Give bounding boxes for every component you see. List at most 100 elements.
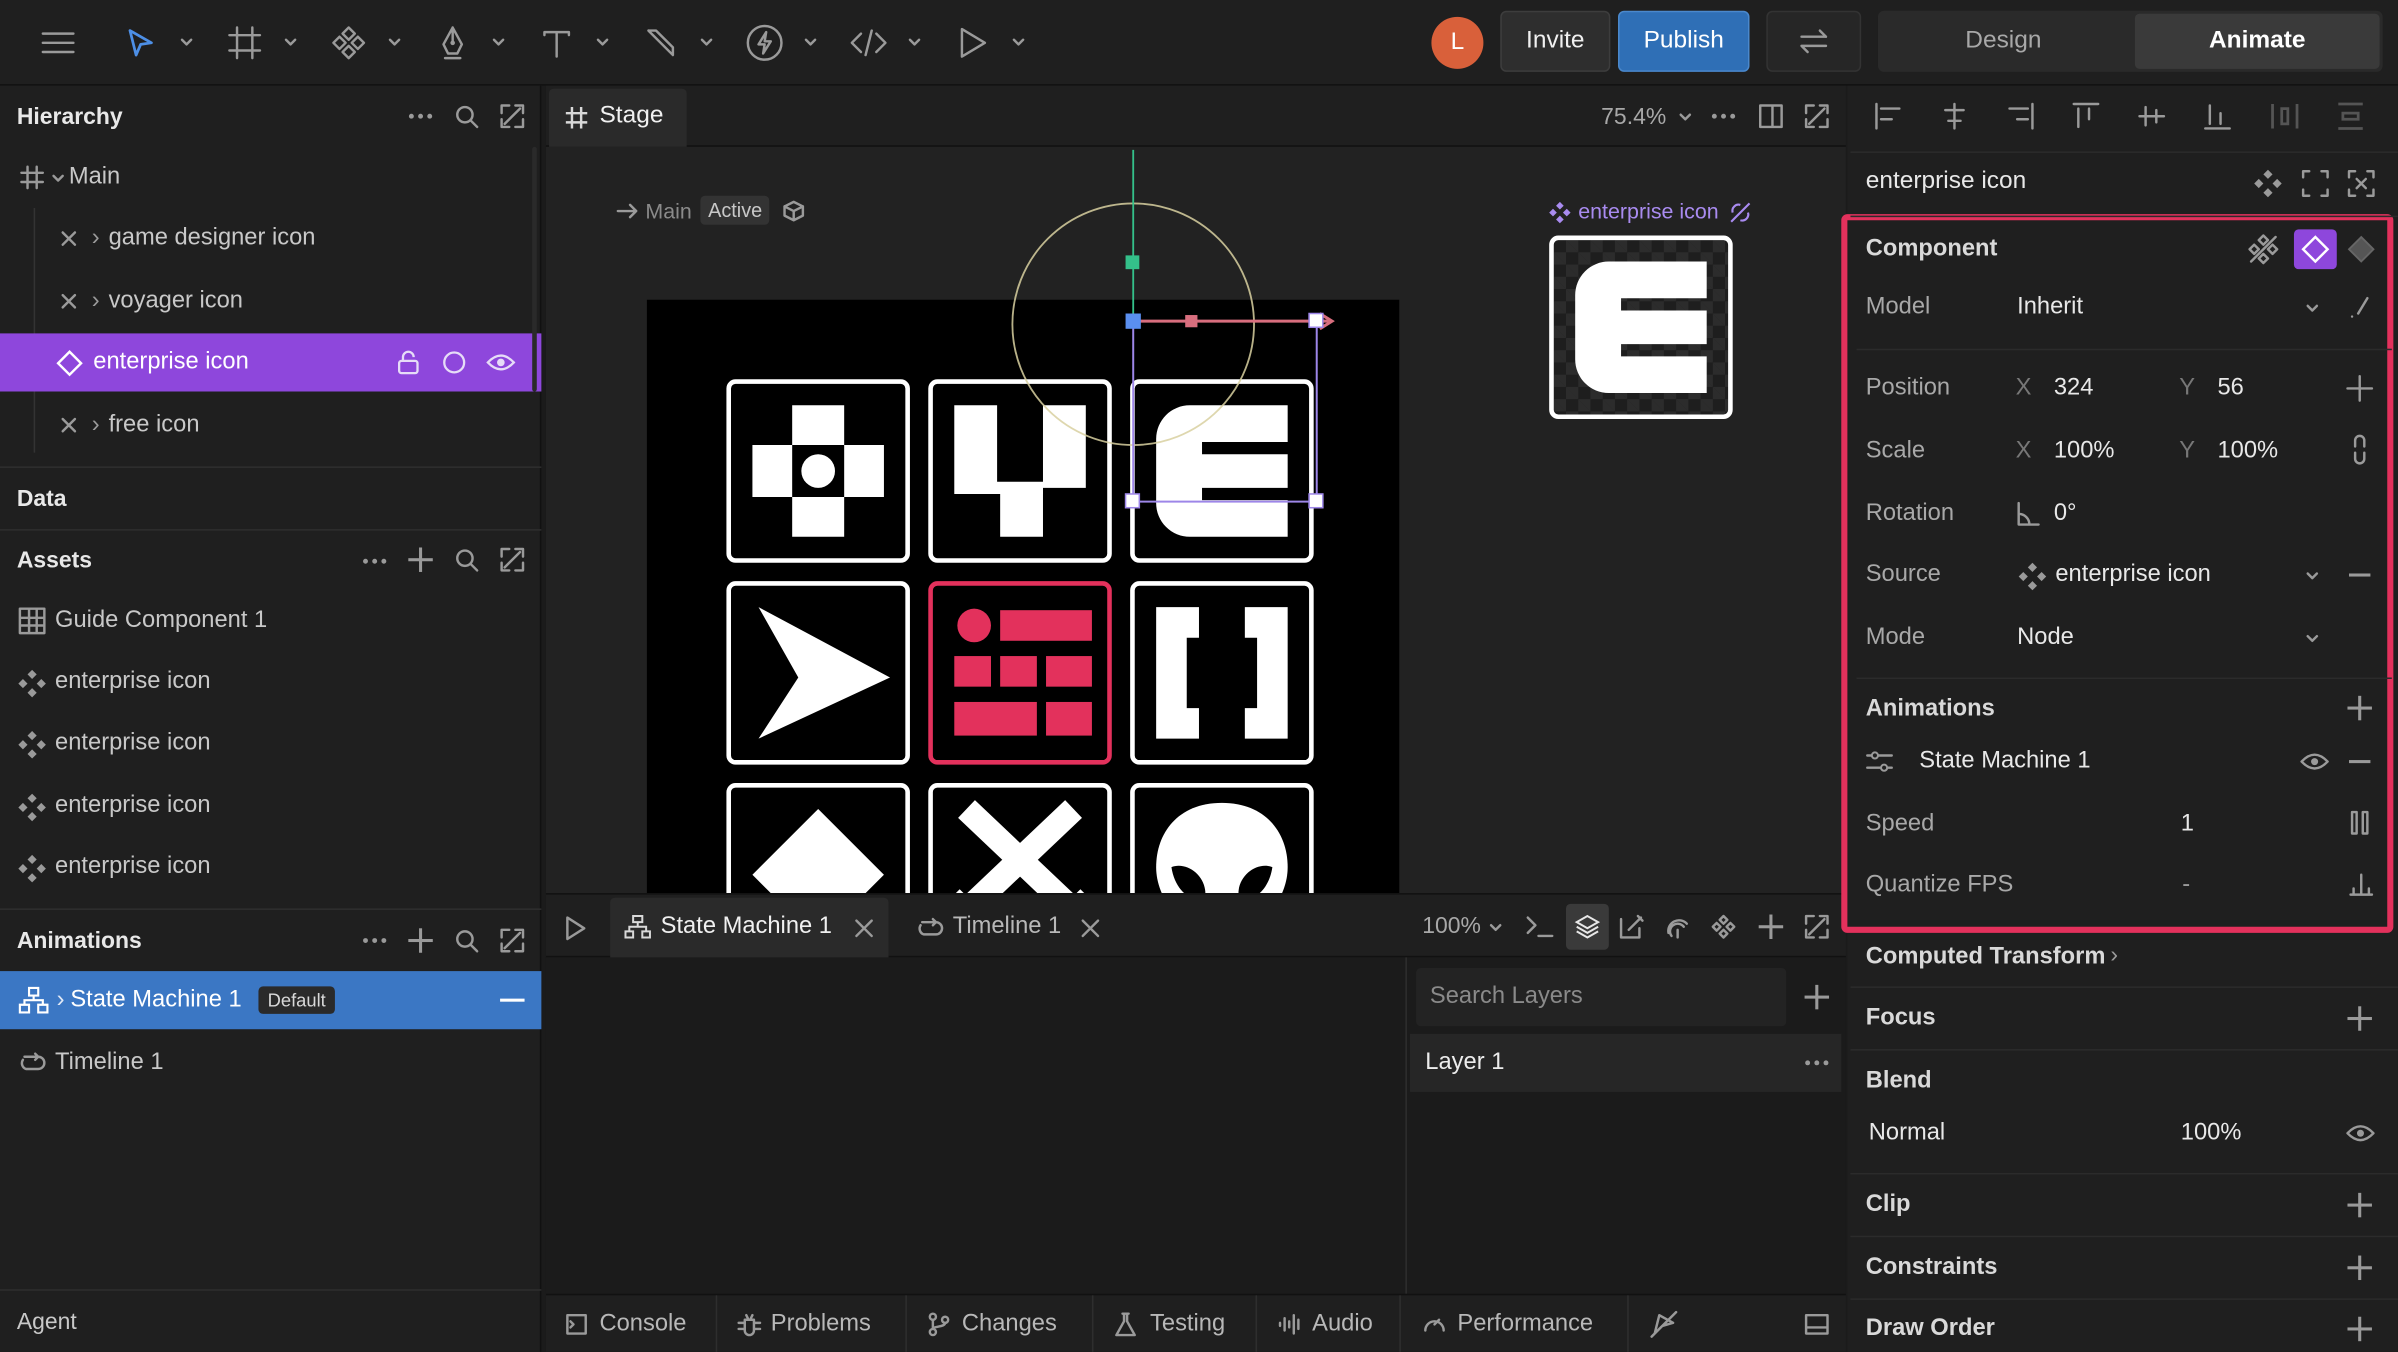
asset-item[interactable]: enterprise icon xyxy=(0,651,541,712)
chevron-down-icon[interactable] xyxy=(908,37,921,49)
tab-console[interactable]: Console xyxy=(599,1311,686,1339)
hierarchy-item-enterprise-icon[interactable]: enterprise icon xyxy=(0,333,542,392)
tab-problems[interactable]: Problems xyxy=(771,1311,871,1339)
edit-icon[interactable] xyxy=(1619,914,1644,939)
tab-changes[interactable]: Changes xyxy=(962,1311,1057,1339)
avatar[interactable]: L xyxy=(1431,16,1484,69)
add-asset-icon[interactable] xyxy=(408,547,433,572)
rotation-field[interactable]: 0° xyxy=(2054,500,2077,528)
animation-item-state-machine[interactable]: › State Machine 1 Default xyxy=(0,971,542,1030)
add-animation-icon[interactable] xyxy=(2347,695,2372,721)
bone-tool-icon[interactable] xyxy=(639,21,682,64)
stage-canvas[interactable]: Main Active enterprise icon xyxy=(545,146,1846,894)
blend-opacity-value[interactable]: 100% xyxy=(2181,1119,2242,1147)
align-bottom-icon[interactable] xyxy=(2204,102,2232,130)
distribute-h-icon[interactable] xyxy=(2271,102,2299,130)
hierarchy-item-game-designer-icon[interactable]: › game designer icon xyxy=(0,208,541,269)
remove-icon[interactable] xyxy=(2349,573,2371,577)
layer-row[interactable]: Layer 1 xyxy=(1410,1033,1842,1092)
expand-icon[interactable] xyxy=(500,928,528,956)
asset-item[interactable]: enterprise icon xyxy=(0,713,541,774)
computed-transform-title[interactable]: Computed Transform xyxy=(1866,944,2106,972)
visibility-eye-icon[interactable] xyxy=(2346,1123,2375,1144)
mode-value[interactable]: Node xyxy=(2017,624,2074,652)
position-y-field[interactable]: 56 xyxy=(2217,375,2243,403)
more-icon[interactable] xyxy=(361,937,389,965)
feedback-off-icon[interactable] xyxy=(1650,1310,1678,1339)
expand-icon[interactable] xyxy=(500,547,528,575)
chevron-down-icon[interactable] xyxy=(492,37,505,49)
chevron-down-icon[interactable] xyxy=(2306,633,2319,645)
align-center-v-icon[interactable] xyxy=(2138,102,2166,130)
search-icon[interactable] xyxy=(454,928,482,956)
agent-header[interactable]: Agent xyxy=(0,1291,541,1352)
layers-toggle[interactable] xyxy=(1566,903,1609,950)
hug-frame-icon[interactable] xyxy=(2347,170,2375,198)
hierarchy-item-main[interactable]: Main xyxy=(0,147,541,208)
play-tool-icon[interactable] xyxy=(951,21,994,64)
link-off-icon[interactable] xyxy=(1728,200,1752,224)
close-icon[interactable] xyxy=(1081,919,1100,938)
scale-y-field[interactable]: 100% xyxy=(2217,437,2278,465)
add-layer-icon[interactable] xyxy=(1804,984,1830,1010)
more-icon[interactable] xyxy=(1711,113,1736,119)
asset-item[interactable]: Guide Component 1 xyxy=(0,590,541,651)
align-center-h-icon[interactable] xyxy=(1941,102,1969,130)
component-asset-icon[interactable] xyxy=(1711,914,1736,939)
publish-button[interactable]: Publish xyxy=(1617,10,1750,72)
component-preview-label[interactable]: enterprise icon xyxy=(1578,199,1718,223)
chevron-down-icon[interactable] xyxy=(700,37,713,49)
quantize-field[interactable]: - xyxy=(2182,872,2190,900)
model-value[interactable]: Inherit xyxy=(2017,294,2083,322)
timeline-zoom[interactable]: 100% xyxy=(1422,913,1481,939)
add-animation-icon[interactable] xyxy=(408,928,433,953)
more-icon[interactable] xyxy=(1805,1060,1829,1066)
tab-timeline[interactable]: Timeline 1 xyxy=(953,913,1061,941)
distribute-v-icon[interactable] xyxy=(2337,102,2365,130)
search-layers-field[interactable]: Search Layers xyxy=(1416,968,1787,1027)
invite-button[interactable]: Invite xyxy=(1500,10,1611,72)
hierarchy-item-voyager-icon[interactable]: › voyager icon xyxy=(0,271,541,332)
fullscreen-icon[interactable] xyxy=(1804,914,1829,939)
scrollbar[interactable] xyxy=(532,146,537,392)
add-draw-order-icon[interactable] xyxy=(2347,1316,2372,1342)
component-asset-icon[interactable] xyxy=(2254,169,2282,198)
detach-component-icon[interactable] xyxy=(2248,234,2279,265)
pause-icon[interactable] xyxy=(2349,810,2370,835)
binding-icon[interactable] xyxy=(2349,295,2370,319)
chevron-down-icon[interactable] xyxy=(1679,112,1692,124)
source-value[interactable]: enterprise icon xyxy=(2055,561,2210,589)
design-tab[interactable]: Design xyxy=(1878,11,2129,72)
panel-toggle-icon[interactable] xyxy=(1804,1312,1829,1336)
chevron-down-icon[interactable] xyxy=(284,37,297,49)
add-icon[interactable] xyxy=(1758,914,1784,939)
crosshair-icon[interactable] xyxy=(2346,374,2374,402)
animate-tab[interactable]: Animate xyxy=(2134,13,2380,69)
align-right-icon[interactable] xyxy=(2006,102,2034,130)
add-clip-icon[interactable] xyxy=(2347,1192,2372,1218)
tab-audio[interactable]: Audio xyxy=(1312,1311,1373,1339)
component-preview[interactable] xyxy=(1549,235,1733,420)
chevron-down-icon[interactable] xyxy=(2306,570,2319,582)
text-tool-icon[interactable] xyxy=(535,21,578,64)
tab-state-machine[interactable]: State Machine 1 xyxy=(610,897,889,959)
unlock-icon[interactable] xyxy=(398,350,419,375)
state-machine-graph[interactable] xyxy=(545,957,1406,1294)
code-tool-icon[interactable] xyxy=(847,21,890,64)
frame-steps-icon[interactable] xyxy=(2349,872,2374,896)
chevron-down-icon[interactable] xyxy=(596,37,609,49)
asset-item[interactable]: enterprise icon xyxy=(0,775,541,836)
more-icon[interactable] xyxy=(361,558,389,586)
play-icon[interactable] xyxy=(564,916,586,941)
swap-button[interactable] xyxy=(1766,10,1862,72)
tab-performance[interactable]: Performance xyxy=(1457,1311,1593,1339)
asset-item[interactable]: enterprise icon xyxy=(0,837,541,898)
component-tool-icon[interactable] xyxy=(327,21,370,64)
close-icon[interactable] xyxy=(855,919,873,938)
fit-frame-icon[interactable] xyxy=(2301,170,2330,198)
chevron-right-icon[interactable]: › xyxy=(2110,942,2118,968)
fingerprint-icon[interactable] xyxy=(1665,915,1689,939)
animation-item-timeline[interactable]: Timeline 1 xyxy=(0,1032,541,1093)
pen-tool-icon[interactable] xyxy=(431,21,474,64)
expand-icon[interactable] xyxy=(500,104,528,132)
